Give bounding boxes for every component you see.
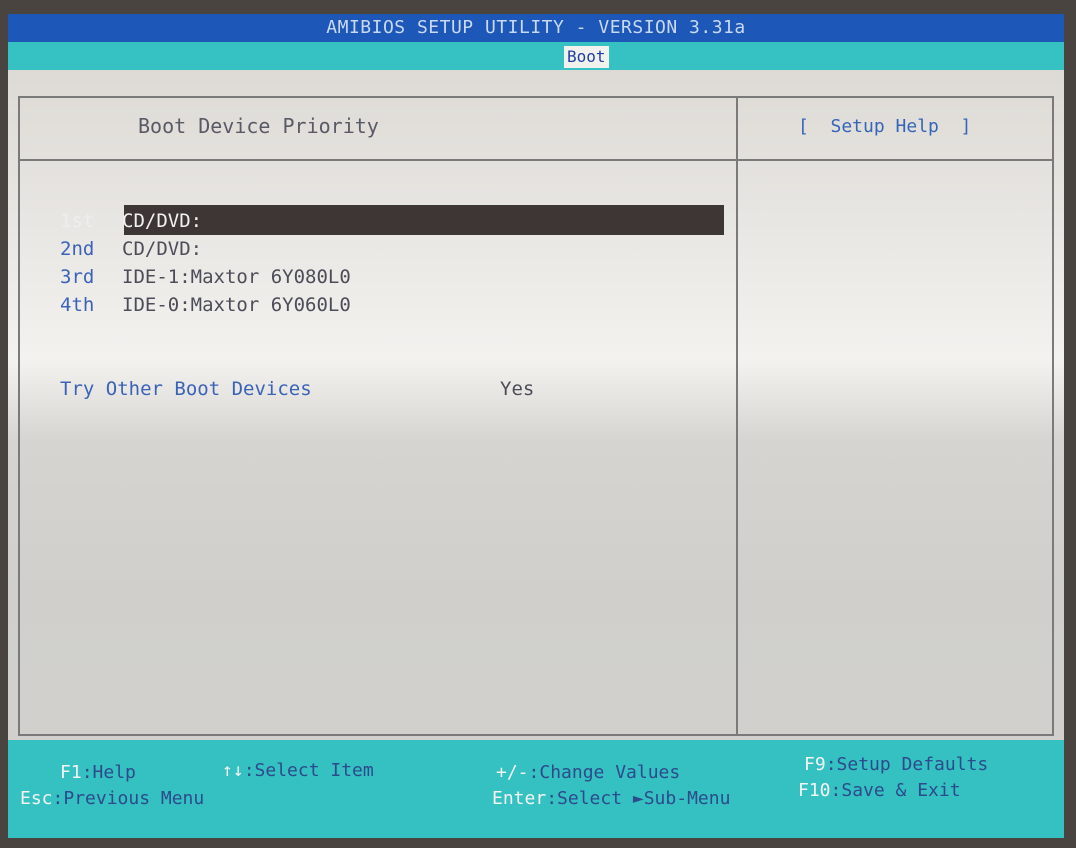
boot-item-device: CD/DVD: xyxy=(122,210,203,232)
key-hint-desc: :Help xyxy=(81,762,136,783)
boot-item-1[interactable]: 1st CD/DVD: xyxy=(60,207,202,235)
arrow-keys-icon: ↑↓ xyxy=(222,760,244,781)
panel-divider-vertical xyxy=(736,96,738,736)
boot-item-ordinal: 3rd xyxy=(60,266,95,288)
key-hint-desc: :Previous Menu xyxy=(52,788,205,809)
f10-key: F10 xyxy=(798,780,831,801)
footer-key-legend: F1:Help ↑↓:Select Item Esc:Previous Menu… xyxy=(8,740,1064,838)
f9-key: F9 xyxy=(804,754,826,775)
page-title: Boot Device Priority xyxy=(138,114,379,138)
key-hint-save-exit: F10:Save & Exit xyxy=(798,780,961,801)
try-other-boot-devices-label[interactable]: Try Other Boot Devices xyxy=(60,378,312,400)
bios-screen: AMIBIOS SETUP UTILITY - VERSION 3.31a Bo… xyxy=(8,14,1064,838)
plus-minus-key: +/- xyxy=(496,762,529,783)
key-hint-previous-menu: Esc:Previous Menu xyxy=(20,788,204,809)
enter-key: Enter xyxy=(492,788,547,809)
boot-item-3[interactable]: 3rd IDE-1:Maxtor 6Y080L0 xyxy=(60,263,351,291)
key-hint-setup-defaults: F9:Setup Defaults xyxy=(804,754,988,775)
esc-key: Esc xyxy=(20,788,53,809)
help-title: [ Setup Help ] xyxy=(798,116,972,137)
key-hint-select-item: ↑↓:Select Item xyxy=(222,760,374,781)
boot-item-device: IDE-1:Maxtor 6Y080L0 xyxy=(122,266,351,288)
boot-item-ordinal: 1st xyxy=(60,210,95,232)
key-hint-desc: :Save & Exit xyxy=(830,780,961,801)
boot-item-ordinal: 4th xyxy=(60,294,95,316)
key-hint-desc: :Select ►Sub-Menu xyxy=(546,788,731,809)
boot-item-device: CD/DVD: xyxy=(122,238,203,260)
key-hint-desc: :Setup Defaults xyxy=(825,754,989,775)
tab-boot[interactable]: Boot xyxy=(564,46,609,68)
selection-highlight xyxy=(124,205,724,235)
boot-item-2[interactable]: 2nd CD/DVD: xyxy=(60,235,202,263)
key-hint-sub-menu: Enter:Select ►Sub-Menu xyxy=(492,788,730,809)
boot-item-4[interactable]: 4th IDE-0:Maxtor 6Y060L0 xyxy=(60,291,351,319)
boot-item-ordinal: 2nd xyxy=(60,238,95,260)
f1-key: F1 xyxy=(60,762,82,783)
panel-divider-horizontal xyxy=(18,159,1054,161)
key-hint-change-values: +/-:Change Values xyxy=(496,762,680,783)
menu-bar: Boot xyxy=(8,42,1064,70)
try-other-boot-devices-value[interactable]: Yes xyxy=(500,378,534,400)
title-bar: AMIBIOS SETUP UTILITY - VERSION 3.31a xyxy=(8,14,1064,42)
key-hint-desc: :Change Values xyxy=(528,762,681,783)
boot-item-device: IDE-0:Maxtor 6Y060L0 xyxy=(122,294,351,316)
key-hint-help: F1:Help xyxy=(60,762,136,783)
key-hint-desc: :Select Item xyxy=(243,760,374,781)
main-panel xyxy=(18,96,1054,736)
